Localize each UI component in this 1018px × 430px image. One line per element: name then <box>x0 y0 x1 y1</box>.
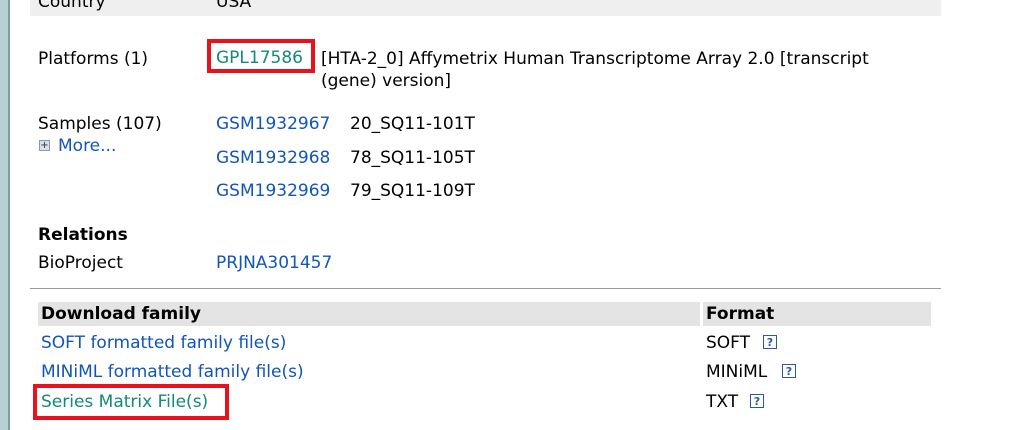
samples-more-link[interactable]: More... <box>58 135 116 157</box>
download-family-header: Download family <box>38 302 700 326</box>
samples-label: Samples (107) <box>38 114 162 134</box>
sample-title: 78_SQ11-105T <box>350 148 475 168</box>
platforms-label: Platforms (1) <box>38 49 149 69</box>
help-question-icon[interactable]: ? <box>763 335 777 349</box>
format-header: Format <box>703 302 931 326</box>
sample-title: 79_SQ11-109T <box>350 181 475 201</box>
bioproject-link[interactable]: PRJNA301457 <box>216 252 332 274</box>
country-row <box>30 0 941 16</box>
download-series-matrix-link[interactable]: Series Matrix File(s) <box>41 391 208 413</box>
format-miniml: MINiML <box>706 362 768 382</box>
bioproject-label: BioProject <box>38 253 123 273</box>
format-txt: TXT <box>706 392 739 412</box>
format-soft: SOFT <box>706 333 751 353</box>
expand-plus-icon[interactable]: + <box>39 140 50 151</box>
country-value: USA <box>216 0 252 12</box>
sample-title: 20_SQ11-101T <box>350 114 475 134</box>
sample-link[interactable]: GSM1932967 <box>216 113 330 135</box>
sample-link[interactable]: GSM1932969 <box>216 180 330 202</box>
country-label: Country <box>38 0 106 12</box>
left-border-bar <box>0 0 10 430</box>
help-question-icon[interactable]: ? <box>750 394 764 408</box>
relations-heading: Relations <box>38 225 128 245</box>
sample-link[interactable]: GSM1932968 <box>216 147 330 169</box>
download-soft-link[interactable]: SOFT formatted family file(s) <box>41 332 286 354</box>
help-question-icon[interactable]: ? <box>782 364 796 378</box>
download-miniml-link[interactable]: MINiML formatted family file(s) <box>41 361 304 383</box>
platform-link-gpl[interactable]: GPL17586 <box>216 47 303 69</box>
platform-description-line1: [HTA-2_0] Affymetrix Human Transcriptome… <box>321 49 869 69</box>
section-divider <box>30 288 941 289</box>
platform-description-line2: (gene) version] <box>321 71 452 91</box>
